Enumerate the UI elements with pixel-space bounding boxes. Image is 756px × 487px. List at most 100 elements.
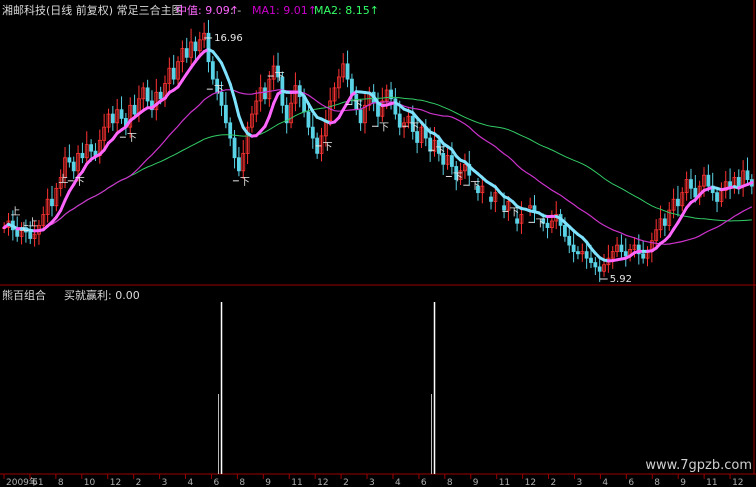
candle-body bbox=[662, 218, 667, 226]
chart-canvas: 下下下下下下下下 下下下下下下上上上上16.965.922009年16 8 10 12 2… bbox=[0, 0, 756, 487]
mid-line-segment bbox=[267, 101, 276, 119]
sell-marker: 下 bbox=[409, 122, 419, 133]
x-tick-label: 4 bbox=[188, 478, 194, 487]
x-tick-label: 6 bbox=[32, 478, 38, 487]
candle-body bbox=[428, 137, 433, 152]
candle-body bbox=[110, 113, 115, 124]
sell-marker: 下 bbox=[353, 100, 363, 111]
x-tick-label: 2 bbox=[136, 478, 142, 487]
mid-line-segment bbox=[237, 114, 245, 129]
candle-body bbox=[310, 126, 315, 139]
x-tick-label: 11 bbox=[291, 478, 302, 487]
sell-marker: 下 bbox=[322, 142, 332, 153]
candle-body bbox=[67, 157, 72, 163]
candle-body bbox=[397, 113, 402, 128]
candle-body bbox=[237, 157, 241, 172]
x-tick-label: 6 bbox=[213, 478, 219, 487]
x-tick-label: 6 bbox=[628, 478, 634, 487]
x-tick-label: 11 bbox=[706, 478, 717, 487]
candle-body bbox=[306, 111, 311, 128]
price-annotation: 5.92 bbox=[610, 274, 632, 285]
mid-sep: : - bbox=[230, 4, 242, 17]
mid-line-segment bbox=[745, 181, 754, 186]
sell-marker: 下 bbox=[379, 122, 389, 133]
mid-line-segment bbox=[263, 115, 271, 128]
ma2-label: MA2: 8.15↑ bbox=[314, 4, 379, 17]
mid-line-segment bbox=[220, 61, 228, 75]
sell-marker: 下 bbox=[275, 72, 285, 83]
candle-body bbox=[736, 176, 741, 187]
candle-body bbox=[132, 104, 137, 115]
x-tick-label: 4 bbox=[395, 478, 401, 487]
candle-body bbox=[693, 187, 698, 198]
candle-body bbox=[228, 122, 233, 139]
candle-body bbox=[80, 152, 85, 159]
mid-line-segment bbox=[59, 198, 67, 212]
x-tick-label: 4 bbox=[602, 478, 608, 487]
candle-body bbox=[545, 222, 550, 229]
candle-body bbox=[571, 244, 576, 253]
candle-body bbox=[502, 205, 506, 211]
mid-line-segment bbox=[224, 71, 232, 86]
x-tick-label: 8 bbox=[58, 478, 64, 487]
x-tick-label: 10 bbox=[84, 478, 96, 487]
x-tick-label: 2 bbox=[343, 478, 349, 487]
x-tick-label: 9 bbox=[473, 478, 479, 487]
ma1-label: MA1: 9.01↑ bbox=[252, 4, 317, 17]
candle-body bbox=[567, 235, 572, 246]
candle-body bbox=[619, 244, 624, 253]
candle-body bbox=[358, 109, 363, 124]
buy-marker: 上 bbox=[58, 173, 68, 185]
x-tick-label: 12 bbox=[732, 478, 743, 487]
x-tick-label: 8 bbox=[239, 478, 245, 487]
sell-marker: 下 bbox=[240, 177, 250, 188]
candle-body bbox=[145, 87, 150, 102]
candle-body bbox=[689, 179, 693, 189]
candle-body bbox=[589, 257, 593, 263]
candle-body bbox=[193, 41, 198, 52]
candle-body bbox=[350, 78, 354, 95]
candle-body bbox=[623, 251, 628, 257]
price-annotation: 16.96 bbox=[214, 33, 243, 44]
mid-line-segment bbox=[228, 82, 237, 101]
sub-panel-title: 熊百组合 bbox=[2, 289, 46, 302]
candle-body bbox=[449, 155, 454, 167]
candle-body bbox=[184, 48, 189, 58]
mid-line-segment bbox=[233, 97, 241, 118]
x-tick-label: 9 bbox=[680, 478, 686, 487]
candle-body bbox=[745, 170, 750, 180]
candle-body bbox=[584, 251, 589, 259]
candle-body bbox=[593, 262, 598, 268]
candle-body bbox=[210, 61, 215, 80]
sell-marker: 下 bbox=[470, 181, 480, 192]
sell-marker: 下 bbox=[535, 218, 545, 229]
x-tick-label: 6 bbox=[421, 478, 427, 487]
watermark-text: www.7gpzb.com bbox=[645, 458, 752, 473]
candle-body bbox=[576, 251, 580, 255]
candle-body bbox=[597, 266, 602, 272]
x-tick-label: 3 bbox=[576, 478, 582, 487]
sell-marker: 下 bbox=[509, 207, 519, 218]
sub-panel-indicator: 买就赢利: 0.00 bbox=[64, 289, 140, 302]
candle-body bbox=[71, 161, 76, 172]
x-tick-label: 3 bbox=[162, 478, 168, 487]
x-tick-label: 8 bbox=[654, 478, 660, 487]
x-tick-label: 12 bbox=[110, 478, 121, 487]
candle-body bbox=[232, 137, 237, 159]
candle-body bbox=[515, 218, 519, 224]
buy-marker: 上 bbox=[11, 206, 21, 218]
x-tick-label: 3 bbox=[369, 478, 375, 487]
candle-body bbox=[676, 198, 680, 207]
x-tick-label: 8 bbox=[447, 478, 453, 487]
candle-body bbox=[563, 225, 567, 237]
candle-body bbox=[706, 174, 711, 187]
x-tick-label: 2009年1 bbox=[6, 476, 44, 487]
x-tick-label: 12 bbox=[525, 478, 536, 487]
candle-body bbox=[158, 91, 163, 100]
x-tick-label: 12 bbox=[317, 478, 328, 487]
candle-body bbox=[345, 63, 350, 80]
candle-body bbox=[715, 192, 719, 202]
candle-body bbox=[223, 104, 228, 124]
candle-body bbox=[89, 144, 94, 152]
candle-body bbox=[50, 198, 54, 207]
